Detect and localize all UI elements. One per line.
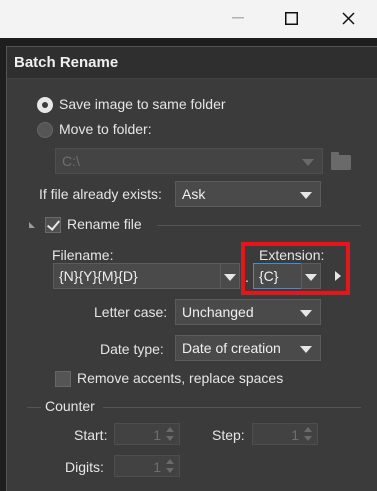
spin-down-icon[interactable] <box>166 468 174 473</box>
close-icon <box>341 11 355 25</box>
chevron-down-icon <box>300 192 312 199</box>
spin-up-icon[interactable] <box>304 427 312 432</box>
counter-divider-right <box>103 407 361 408</box>
digits-value: 1 <box>153 459 161 475</box>
section-divider <box>157 225 361 226</box>
spin-down-icon[interactable] <box>304 436 312 441</box>
digits-label: Digits: <box>65 459 104 475</box>
filename-input[interactable]: {N}{Y}{M}{D} <box>53 263 221 289</box>
save-same-folder-radio[interactable] <box>37 97 53 113</box>
letter-case-label: Letter case: <box>94 304 168 320</box>
move-to-folder-radio[interactable] <box>37 122 53 138</box>
digits-spinbox[interactable]: 1 <box>114 455 180 477</box>
save-same-folder-label: Save image to same folder <box>59 96 226 112</box>
filename-label: Filename: <box>52 247 114 263</box>
counter-label: Counter <box>45 398 95 414</box>
if-exists-label: If file already exists: <box>39 186 162 202</box>
folder-path-select[interactable]: C:\ <box>55 148 323 174</box>
maximize-button[interactable] <box>268 0 314 36</box>
minimize-button[interactable] <box>215 0 261 36</box>
filename-value: {N}{Y}{M}{D} <box>59 268 138 284</box>
spin-up-icon[interactable] <box>166 427 174 432</box>
letter-case-select[interactable]: Unchanged <box>175 299 321 325</box>
start-spinbox[interactable]: 1 <box>114 423 180 445</box>
if-exists-value: Ask <box>182 186 206 202</box>
maximize-icon <box>284 11 298 25</box>
batch-rename-dialog: Batch Rename Save image to same folder M… <box>6 46 377 491</box>
rename-file-label: Rename file <box>67 216 142 232</box>
letter-case-value: Unchanged <box>182 304 254 320</box>
start-value: 1 <box>153 427 161 443</box>
start-label: Start: <box>74 427 108 443</box>
collapse-chevron-icon[interactable] <box>27 220 37 230</box>
window-titlebar <box>0 0 377 38</box>
date-type-label: Date type: <box>100 341 164 357</box>
chevron-down-icon <box>302 159 314 166</box>
spin-up-icon[interactable] <box>166 459 174 464</box>
chevron-down-icon <box>300 310 312 317</box>
date-type-value: Date of creation <box>182 340 281 356</box>
close-button[interactable] <box>325 0 371 36</box>
chevron-down-icon <box>300 346 312 353</box>
rename-file-checkbox[interactable] <box>45 217 61 233</box>
remove-accents-label: Remove accents, replace spaces <box>77 370 284 386</box>
folder-icon[interactable] <box>331 152 351 170</box>
spin-down-icon[interactable] <box>166 436 174 441</box>
if-exists-select[interactable]: Ask <box>175 181 321 207</box>
extension-highlight-box <box>241 242 350 295</box>
date-type-select[interactable]: Date of creation <box>175 335 321 361</box>
counter-divider-left <box>27 407 41 408</box>
minimize-icon <box>232 17 244 19</box>
move-to-folder-label: Move to folder: <box>59 121 152 137</box>
dialog-title: Batch Rename <box>14 54 119 71</box>
step-value: 1 <box>291 427 299 443</box>
remove-accents-checkbox[interactable] <box>55 371 71 387</box>
step-spinbox[interactable]: 1 <box>252 423 318 445</box>
dialog-header: Batch Rename <box>7 47 377 79</box>
folder-path-value: C:\ <box>62 153 80 169</box>
filename-tokens-dropdown[interactable] <box>220 263 240 289</box>
step-label: Step: <box>212 427 245 443</box>
